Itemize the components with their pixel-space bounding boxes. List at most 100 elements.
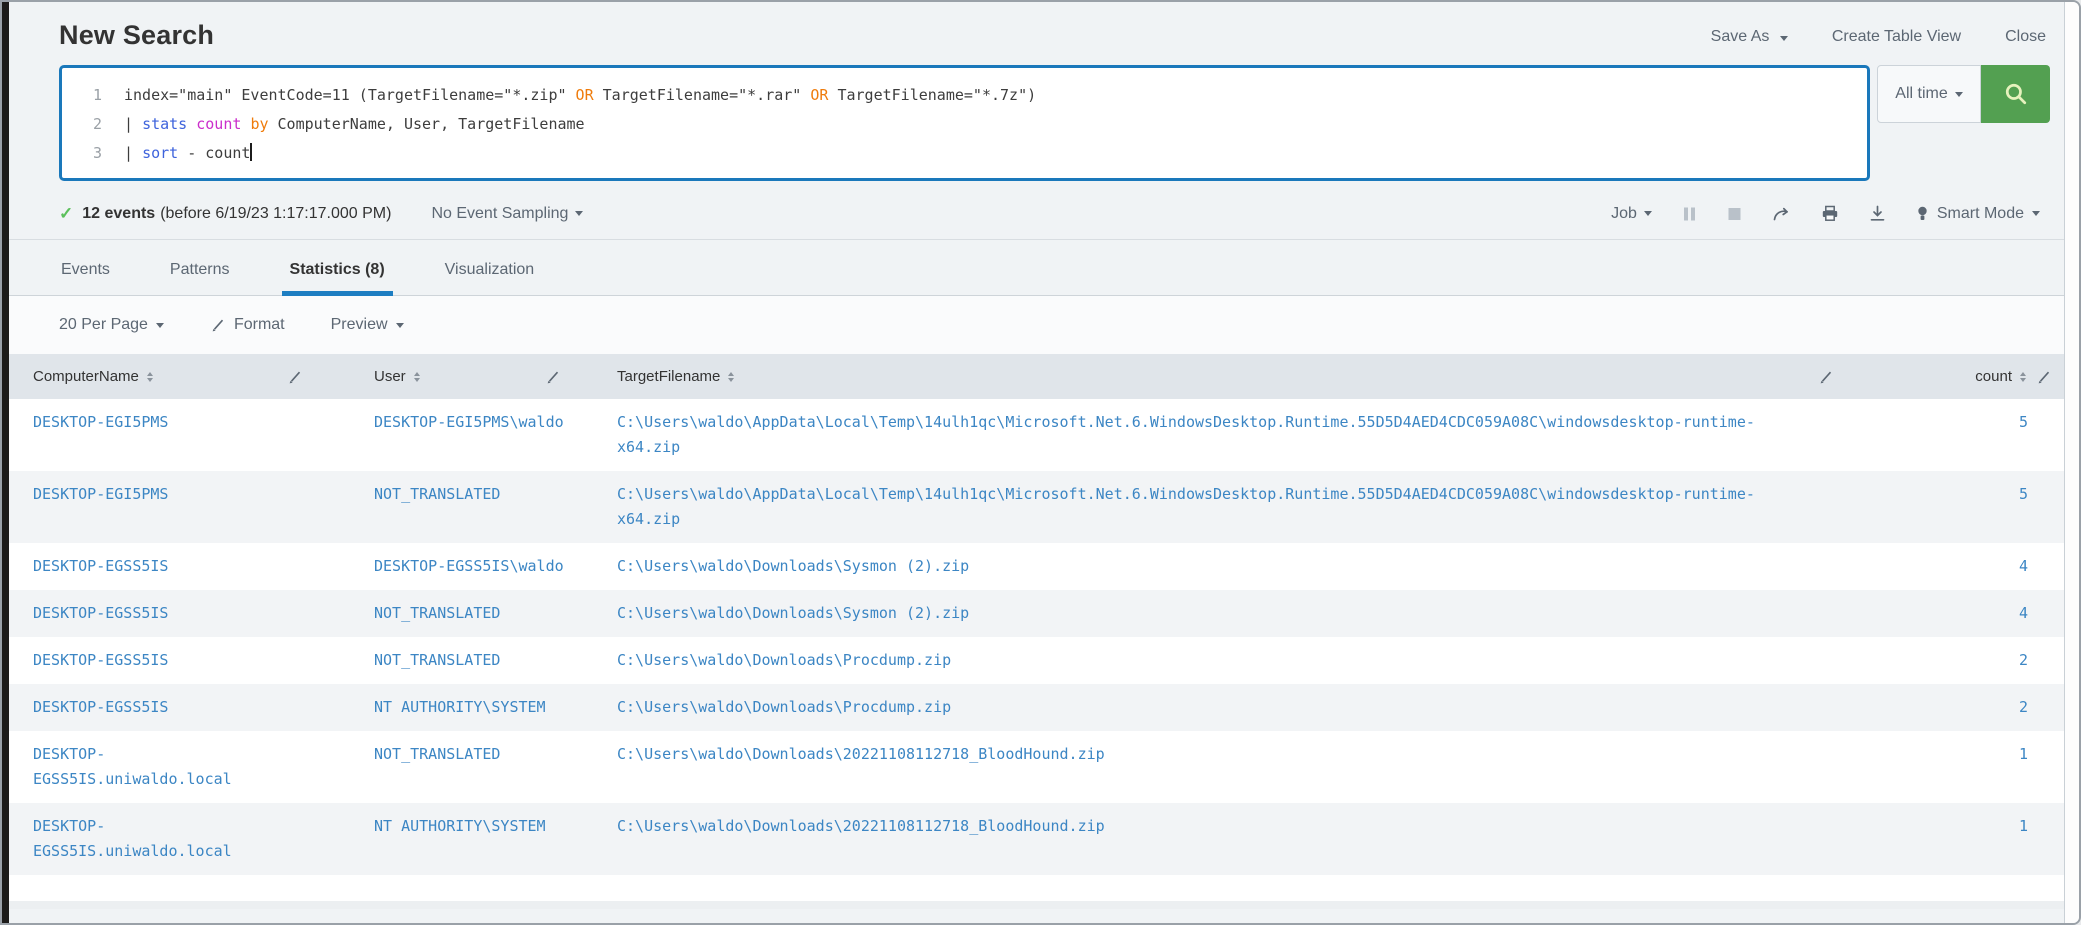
share-icon[interactable]	[1772, 205, 1791, 222]
edit-column-icon[interactable]	[545, 369, 561, 385]
window-left-edge	[2, 2, 9, 923]
cell-user[interactable]: NOT_TRANSLATED	[347, 742, 591, 767]
caret-down-icon	[1955, 92, 1963, 97]
sort-icon	[147, 372, 153, 382]
table-row: DESKTOP-EGSS5ISNOT_TRANSLATEDC:\Users\wa…	[9, 590, 2064, 637]
cell-computername[interactable]: DESKTOP-EGI5PMS	[9, 410, 347, 435]
cell-targetfilename[interactable]: C:\Users\waldo\Downloads\Sysmon (2).zip	[591, 601, 1874, 626]
cell-user[interactable]: NT AUTHORITY\SYSTEM	[347, 814, 591, 839]
results-tabs: Events Patterns Statistics (8) Visualizatio…	[9, 240, 2064, 296]
cell-user[interactable]: DESKTOP-EGSS5IS\waldo	[347, 554, 591, 579]
print-icon[interactable]	[1821, 205, 1839, 222]
pause-icon[interactable]	[1682, 206, 1697, 222]
query-line[interactable]: 1index="main" EventCode=11 (TargetFilena…	[76, 81, 1857, 110]
cell-targetfilename[interactable]: C:\Users\waldo\Downloads\Procdump.zip	[591, 648, 1874, 673]
line-number: 2	[76, 110, 102, 139]
cell-count[interactable]: 2	[1874, 695, 2064, 720]
statistics-table-body: DESKTOP-EGI5PMSDESKTOP-EGI5PMS\waldoC:\U…	[9, 399, 2064, 875]
edit-column-icon[interactable]	[2036, 369, 2052, 385]
column-header-computername[interactable]: ComputerName	[33, 368, 153, 385]
cell-targetfilename[interactable]: C:\Users\waldo\Downloads\20221108112718_…	[591, 742, 1874, 767]
page-title: New Search	[59, 20, 214, 51]
table-row: DESKTOP-EGI5PMSDESKTOP-EGI5PMS\waldoC:\U…	[9, 399, 2064, 471]
cell-count[interactable]: 1	[1874, 742, 2064, 767]
cell-computername[interactable]: DESKTOP-EGSS5IS	[9, 695, 347, 720]
sort-icon	[2020, 372, 2026, 382]
job-menu[interactable]: Job	[1611, 205, 1652, 223]
sort-icon	[728, 372, 734, 382]
query-line[interactable]: 3| sort - count	[76, 139, 1857, 168]
query-text: | stats count by ComputerName, User, Tar…	[124, 110, 585, 139]
table-row: DESKTOP-EGSS5IS.uniwaldo.localNT AUTHORI…	[9, 803, 2064, 875]
cell-count[interactable]: 2	[1874, 648, 2064, 673]
cell-user[interactable]: NOT_TRANSLATED	[347, 482, 591, 507]
caret-down-icon	[396, 323, 404, 328]
sort-icon	[414, 372, 420, 382]
search-button[interactable]	[1981, 65, 2050, 123]
caret-down-icon	[1644, 211, 1652, 216]
cell-count[interactable]: 4	[1874, 554, 2064, 579]
event-count-time: (before 6/19/23 1:17:17.000 PM)	[160, 205, 391, 223]
job-status-bar: ✓ 12 events (before 6/19/23 1:17:17.000 …	[9, 188, 2064, 240]
save-as-menu[interactable]: Save As	[1711, 28, 1788, 46]
top-bar: New Search Save As Create Table View Clo…	[9, 2, 2064, 51]
cell-computername[interactable]: DESKTOP-EGSS5IS.uniwaldo.local	[9, 742, 347, 792]
cell-targetfilename[interactable]: C:\Users\waldo\Downloads\20221108112718_…	[591, 814, 1874, 839]
edit-column-icon[interactable]	[287, 369, 303, 385]
stop-icon[interactable]	[1727, 206, 1742, 222]
column-header-count[interactable]: count	[1975, 368, 2026, 385]
cell-user[interactable]: NOT_TRANSLATED	[347, 601, 591, 626]
column-header-user[interactable]: User	[374, 368, 420, 385]
cell-targetfilename[interactable]: C:\Users\waldo\AppData\Local\Temp\14ulh1…	[591, 410, 1874, 460]
cell-count[interactable]: 5	[1874, 410, 2064, 435]
table-row: DESKTOP-EGI5PMSNOT_TRANSLATEDC:\Users\wa…	[9, 471, 2064, 543]
event-count: 12 events	[82, 205, 155, 223]
tab-patterns[interactable]: Patterns	[168, 261, 232, 295]
tab-visualization[interactable]: Visualization	[443, 261, 537, 295]
cell-computername[interactable]: DESKTOP-EGSS5IS	[9, 648, 347, 673]
results-panel: 20 Per Page Format Preview	[9, 296, 2064, 909]
event-sampling-menu[interactable]: No Event Sampling	[431, 205, 583, 223]
time-range-picker[interactable]: All time	[1877, 65, 1981, 123]
cell-computername[interactable]: DESKTOP-EGSS5IS	[9, 601, 347, 626]
search-mode-selector[interactable]: Smart Mode	[1916, 205, 2040, 223]
caret-down-icon	[2032, 211, 2040, 216]
table-row: DESKTOP-EGSS5IS.uniwaldo.localNOT_TRANSL…	[9, 731, 2064, 803]
preview-menu[interactable]: Preview	[331, 316, 404, 334]
column-header-targetfilename[interactable]: TargetFilename	[617, 368, 734, 385]
caret-down-icon	[575, 211, 583, 216]
results-controls: 20 Per Page Format Preview	[9, 296, 2064, 354]
cell-user[interactable]: NT AUTHORITY\SYSTEM	[347, 695, 591, 720]
job-toolbar: Job	[1611, 205, 2040, 223]
scrollbar-track[interactable]	[2064, 2, 2079, 923]
table-row-partial	[9, 875, 2064, 901]
search-row: 1index="main" EventCode=11 (TargetFilena…	[9, 51, 2064, 181]
cell-computername[interactable]: DESKTOP-EGI5PMS	[9, 482, 347, 507]
table-row: DESKTOP-EGSS5ISDESKTOP-EGSS5IS\waldoC:\U…	[9, 543, 2064, 590]
cell-count[interactable]: 4	[1874, 601, 2064, 626]
cell-user[interactable]: NOT_TRANSLATED	[347, 648, 591, 673]
cell-user[interactable]: DESKTOP-EGI5PMS\waldo	[347, 410, 591, 435]
query-text: index="main" EventCode=11 (TargetFilenam…	[124, 81, 1036, 110]
cell-targetfilename[interactable]: C:\Users\waldo\AppData\Local\Temp\14ulh1…	[591, 482, 1874, 532]
download-icon[interactable]	[1869, 205, 1886, 222]
success-check-icon: ✓	[59, 204, 73, 224]
tab-statistics-8[interactable]: Statistics (8)	[288, 261, 387, 295]
search-query-input[interactable]: 1index="main" EventCode=11 (TargetFilena…	[59, 65, 1870, 181]
cell-computername[interactable]: DESKTOP-EGSS5IS.uniwaldo.local	[9, 814, 347, 864]
close-button[interactable]: Close	[2005, 28, 2046, 46]
magnifier-icon	[2003, 81, 2029, 107]
splunk-search-window: New Search Save As Create Table View Clo…	[0, 0, 2081, 925]
cell-targetfilename[interactable]: C:\Users\waldo\Downloads\Procdump.zip	[591, 695, 1874, 720]
create-table-view-button[interactable]: Create Table View	[1832, 28, 1961, 46]
cell-computername[interactable]: DESKTOP-EGSS5IS	[9, 554, 347, 579]
tab-events[interactable]: Events	[59, 261, 112, 295]
pencil-icon	[210, 317, 226, 333]
cell-count[interactable]: 1	[1874, 814, 2064, 839]
cell-count[interactable]: 5	[1874, 482, 2064, 507]
format-menu[interactable]: Format	[210, 316, 285, 334]
per-page-menu[interactable]: 20 Per Page	[59, 316, 164, 334]
query-line[interactable]: 2 | stats count by ComputerName, User, Ta…	[76, 110, 1857, 139]
cell-targetfilename[interactable]: C:\Users\waldo\Downloads\Sysmon (2).zip	[591, 554, 1874, 579]
edit-column-icon[interactable]	[1818, 369, 1834, 385]
